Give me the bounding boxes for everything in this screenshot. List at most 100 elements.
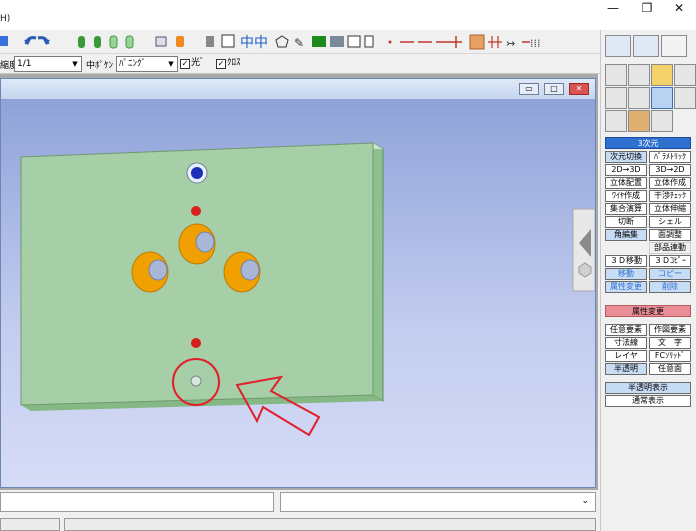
cmd-boolean[interactable]: 集合演算 bbox=[605, 203, 647, 215]
tool-a-icon[interactable] bbox=[605, 87, 627, 109]
cmd-move[interactable]: 移動 bbox=[605, 268, 647, 280]
transparent-hole[interactable] bbox=[190, 375, 202, 387]
child-close-button[interactable]: ✕ bbox=[569, 83, 589, 95]
cmd-3d-copy[interactable]: ３Ｄｺﾋﾟｰ bbox=[649, 255, 691, 267]
cmd-semi-transparent-display[interactable]: 半透明表示 bbox=[605, 382, 691, 394]
tool-b-icon[interactable] bbox=[628, 87, 650, 109]
cross-checkbox-label: ｸﾛｽ bbox=[227, 58, 241, 68]
cmd-attr-change[interactable]: 属性変更 bbox=[605, 281, 647, 293]
layout-view-icon[interactable] bbox=[633, 35, 659, 57]
drawing-window: ▭ □ ✕ bbox=[0, 78, 596, 488]
3d-mode-icon[interactable] bbox=[651, 87, 673, 109]
cmd-fc-solid[interactable]: FCｿﾘｯﾄﾞ bbox=[649, 350, 691, 362]
cmd-draw-element[interactable]: 作図要素 bbox=[649, 324, 691, 336]
cmd-3d-move[interactable]: ３Ｄ移動 bbox=[605, 255, 647, 267]
cmd-shell[interactable]: シェル bbox=[649, 216, 691, 228]
tool-d-icon[interactable] bbox=[605, 110, 627, 132]
cmd-parametric[interactable]: ﾊﾟﾗﾒﾄﾘｯｸ bbox=[649, 151, 691, 163]
cmd-3d-to-2d[interactable]: 3D→2D bbox=[649, 164, 691, 176]
cmd-any-element[interactable]: 任意要素 bbox=[605, 324, 647, 336]
grid-view-icon[interactable] bbox=[605, 35, 631, 57]
tool-c-icon[interactable] bbox=[674, 87, 696, 109]
cmd-part-link[interactable]: 部品連動 bbox=[649, 242, 691, 254]
edit-icon[interactable] bbox=[674, 64, 696, 86]
orange-boss[interactable] bbox=[178, 223, 216, 265]
draw-tools-icon[interactable]: 中中 ✎ ↣ ⁞⁞⁞ bbox=[206, 34, 541, 51]
line-type-label: 中ﾎﾟｹﾝ bbox=[86, 61, 114, 71]
orange-boss[interactable] bbox=[223, 251, 261, 293]
zoom-icon[interactable] bbox=[661, 35, 687, 57]
cmd-text[interactable]: 文 字 bbox=[649, 337, 691, 349]
close-button[interactable]: ✕ bbox=[664, 0, 694, 16]
cmd-solid-create[interactable]: 立体作成 bbox=[649, 177, 691, 189]
layer-cylinder-icon[interactable] bbox=[78, 35, 134, 49]
cmd-face-adjust[interactable]: 面調整 bbox=[649, 229, 691, 241]
status-cell bbox=[0, 518, 60, 531]
3d-viewport[interactable] bbox=[1, 99, 596, 487]
menu-fragment[interactable]: H) bbox=[0, 14, 10, 24]
scale-combo[interactable]: 1/1 ▼ bbox=[14, 56, 82, 72]
print-icon[interactable] bbox=[155, 36, 167, 47]
cmd-wire-create[interactable]: ﾜｲﾔ作成 bbox=[605, 190, 647, 202]
cmd-solid-place[interactable]: 立体配置 bbox=[605, 177, 647, 189]
draw-line-icon[interactable] bbox=[605, 64, 627, 86]
cmd-delete[interactable]: 削除 bbox=[649, 281, 691, 293]
minimize-button[interactable]: — bbox=[598, 0, 628, 16]
drawing-window-titlebar: ▭ □ ✕ bbox=[1, 79, 595, 99]
cmd-normal-display[interactable]: 通常表示 bbox=[605, 395, 691, 407]
red-point[interactable] bbox=[191, 338, 201, 348]
main-toolbar: 中中 ✎ ↣ ⁞⁞⁞ bbox=[0, 30, 600, 54]
tool-e-icon[interactable] bbox=[628, 110, 650, 132]
title-bar: H) — ❐ ✕ bbox=[0, 0, 696, 30]
orange-boss[interactable] bbox=[131, 251, 169, 293]
view-nav-panel[interactable] bbox=[572, 208, 596, 292]
cross-checkbox[interactable]: ✓ ｸﾛｽ bbox=[216, 57, 241, 70]
svg-text:中中: 中中 bbox=[240, 35, 268, 51]
checkbox-checked-icon[interactable]: ✓ bbox=[216, 59, 226, 69]
3d-model-canvas[interactable] bbox=[1, 99, 596, 487]
command-input[interactable] bbox=[0, 492, 274, 512]
brush-icon[interactable] bbox=[651, 110, 673, 132]
paint-icon[interactable] bbox=[176, 36, 184, 47]
undo-icon[interactable] bbox=[24, 36, 37, 45]
chevron-down-icon[interactable]: ⌄ bbox=[581, 496, 589, 506]
cmd-interference[interactable]: 干渉ﾁｪｯｸ bbox=[649, 190, 691, 202]
child-maximize-button[interactable]: □ bbox=[544, 83, 564, 95]
plate-side-face bbox=[372, 142, 384, 402]
cmd-layer[interactable]: レイヤ bbox=[605, 350, 647, 362]
restore-button[interactable]: ❐ bbox=[632, 0, 662, 16]
attribute-toolbar: 縮度 1/1 ▼ 中ﾎﾟｹﾝ ﾊﾟﾆﾝｸﾞ ▼ ✓ 光ﾞ ✓ ｸﾛｽ bbox=[0, 54, 600, 74]
child-minimize-button[interactable]: ▭ bbox=[519, 83, 539, 95]
cmd-edge-edit[interactable]: 角編集 bbox=[605, 229, 647, 241]
cmd-cut[interactable]: 切断 bbox=[605, 216, 647, 228]
red-point[interactable] bbox=[191, 206, 201, 216]
open-icon[interactable] bbox=[0, 36, 8, 46]
mode-header: 3次元 bbox=[605, 137, 691, 149]
line-type-combo[interactable]: ﾊﾟﾆﾝｸﾞ ▼ bbox=[116, 56, 178, 72]
checkbox-checked-icon[interactable]: ✓ bbox=[180, 59, 190, 69]
cmd-solid-stretch[interactable]: 立体伸縮 bbox=[649, 203, 691, 215]
redo-icon[interactable] bbox=[37, 36, 50, 45]
box-icon[interactable] bbox=[651, 64, 673, 86]
cmd-dimension-switch[interactable]: 次元切換 bbox=[605, 151, 647, 163]
history-combo[interactable]: ⌄ bbox=[280, 492, 596, 512]
cmd-copy[interactable]: コピー bbox=[649, 268, 691, 280]
blue-hole[interactable] bbox=[186, 162, 208, 184]
status-area: ⌄ bbox=[0, 490, 600, 531]
chevron-down-icon[interactable]: ▼ bbox=[166, 57, 176, 71]
svg-text:↣: ↣ bbox=[506, 37, 515, 50]
dimension-icon[interactable] bbox=[628, 64, 650, 86]
svg-text:✎: ✎ bbox=[294, 36, 304, 50]
toolbar-icons: 中中 ✎ ↣ ⁞⁞⁞ bbox=[0, 34, 541, 51]
light-checkbox[interactable]: ✓ 光ﾞ bbox=[180, 57, 205, 70]
command-panel: 3次元 次元切換 ﾊﾟﾗﾒﾄﾘｯｸ 2D→3D 3D→2D 立体配置 立体作成 … bbox=[600, 30, 696, 531]
light-checkbox-label: 光ﾞ bbox=[191, 58, 205, 68]
attr-header: 属性変更 bbox=[605, 305, 691, 317]
status-cell bbox=[64, 518, 596, 531]
line-type-value: ﾊﾟﾆﾝｸﾞ bbox=[119, 59, 147, 69]
chevron-down-icon[interactable]: ▼ bbox=[70, 57, 80, 71]
cmd-2d-to-3d[interactable]: 2D→3D bbox=[605, 164, 647, 176]
cmd-semi-transparent[interactable]: 半透明 bbox=[605, 363, 647, 375]
cmd-dim-line[interactable]: 寸法線 bbox=[605, 337, 647, 349]
cmd-any-face[interactable]: 任意面 bbox=[649, 363, 691, 375]
